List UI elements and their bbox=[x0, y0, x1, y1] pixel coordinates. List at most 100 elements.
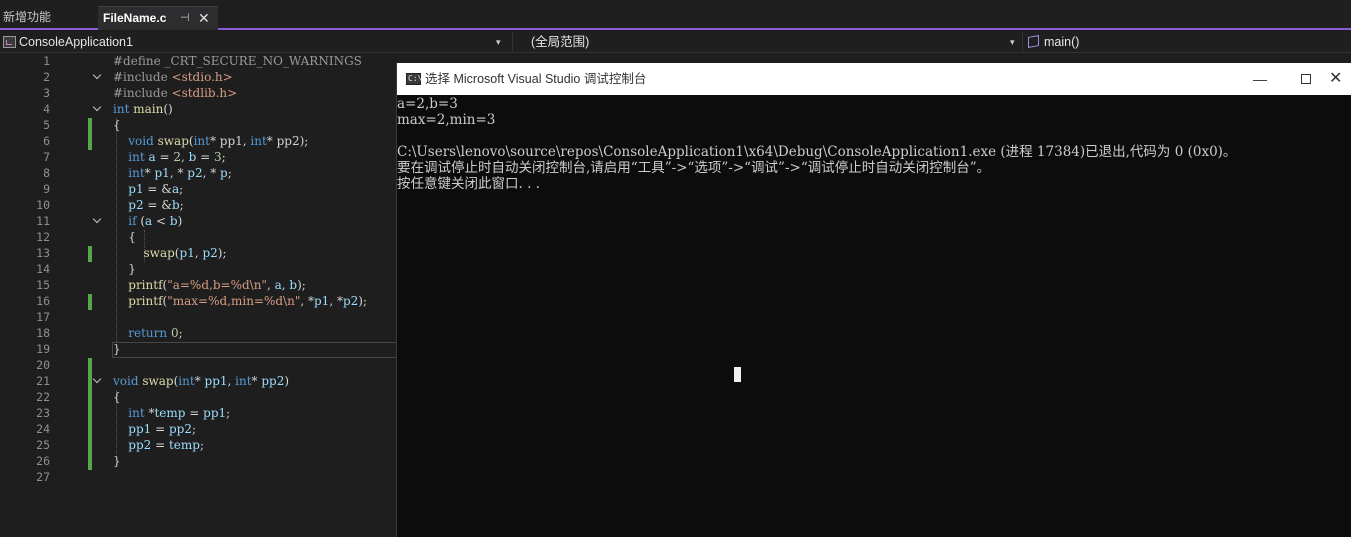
code-token: , bbox=[227, 374, 236, 388]
console-line: C:\Users\lenovo\source\repos\ConsoleAppl… bbox=[397, 144, 1237, 160]
code-line: { bbox=[113, 230, 136, 244]
change-indicator bbox=[88, 118, 92, 134]
code-token: return bbox=[113, 326, 171, 340]
fold-chevron-icon[interactable] bbox=[93, 376, 103, 386]
code-token: temp bbox=[168, 438, 200, 452]
console-title: 选择 Microsoft Visual Studio 调试控制台 bbox=[425, 72, 647, 86]
console-line: 按任意键关闭此窗口. . . bbox=[397, 176, 540, 192]
code-token: a bbox=[148, 150, 156, 164]
code-token: int bbox=[193, 134, 210, 148]
code-token: int bbox=[235, 374, 252, 388]
code-line: printf("max=%d,min=%d\n", *p1, *p2); bbox=[113, 294, 367, 308]
pin-icon[interactable]: ⊣ bbox=[180, 7, 190, 29]
minimize-button[interactable]: — bbox=[1237, 63, 1283, 95]
code-token: b bbox=[289, 278, 298, 292]
code-token: #include bbox=[113, 70, 172, 84]
code-line: #include <stdlib.h> bbox=[113, 86, 237, 100]
code-line: int *temp = pp1; bbox=[113, 406, 230, 420]
code-line: } bbox=[113, 454, 121, 468]
line-number: 23 bbox=[36, 406, 50, 420]
tab-whats-new[interactable]: 新增功能 bbox=[0, 6, 98, 28]
code-token: p2 bbox=[342, 294, 359, 308]
line-number: 14 bbox=[36, 262, 50, 276]
code-token: <stdio.h> bbox=[171, 70, 233, 84]
code-token: = bbox=[155, 150, 174, 164]
code-token: = bbox=[185, 406, 204, 420]
code-token: , bbox=[266, 278, 275, 292]
code-token: int bbox=[113, 166, 145, 180]
code-token: temp bbox=[154, 406, 186, 420]
code-token: p2 bbox=[113, 198, 144, 212]
code-token: , bbox=[180, 150, 189, 164]
change-indicator bbox=[88, 246, 92, 262]
line-number: 13 bbox=[36, 246, 50, 260]
code-token: int bbox=[113, 406, 149, 420]
fold-chevron-icon[interactable] bbox=[93, 104, 103, 114]
code-token: pp1 bbox=[204, 374, 228, 388]
code-token: 3 bbox=[213, 150, 222, 164]
code-token: = & bbox=[143, 182, 172, 196]
code-token: int bbox=[113, 150, 149, 164]
code-token: * pp2); bbox=[266, 134, 309, 148]
code-token: ) bbox=[177, 214, 183, 228]
debug-console-window[interactable]: C:\ 选择 Microsoft Visual Studio 调试控制台 — ✕… bbox=[396, 63, 1351, 537]
project-dropdown[interactable]: ConsoleApplication1 ▾ bbox=[0, 32, 508, 52]
change-indicator bbox=[88, 406, 92, 422]
line-number: 16 bbox=[36, 294, 50, 308]
code-token: printf bbox=[128, 278, 163, 292]
code-token: ( bbox=[136, 214, 146, 228]
code-token: b bbox=[169, 214, 178, 228]
code-line: void swap(int* pp1, int* pp2) bbox=[113, 374, 289, 388]
line-number: 6 bbox=[43, 134, 50, 148]
close-icon: ✕ bbox=[1329, 70, 1343, 87]
line-number: 1 bbox=[43, 54, 50, 68]
line-number: 10 bbox=[36, 198, 50, 212]
code-token: ) bbox=[284, 374, 290, 388]
code-token: () bbox=[163, 102, 173, 116]
line-number: 17 bbox=[36, 310, 50, 324]
scope-label: (全局范围) bbox=[531, 35, 590, 49]
line-number: 3 bbox=[43, 86, 50, 100]
code-token: pp1 bbox=[113, 422, 152, 436]
document-tab-strip: 新增功能 FileName.c ⊣ ✕ bbox=[0, 0, 1351, 30]
code-line: p2 = &b; bbox=[113, 198, 183, 212]
close-icon[interactable]: ✕ bbox=[198, 7, 210, 29]
scope-dropdown[interactable]: (全局范围) ▾ bbox=[512, 32, 1020, 52]
tab-filename-c[interactable]: FileName.c ⊣ ✕ bbox=[98, 6, 218, 30]
code-token: * bbox=[251, 374, 262, 388]
close-button[interactable]: ✕ bbox=[1329, 63, 1351, 95]
code-line: pp2 = temp; bbox=[113, 438, 204, 452]
code-token: = bbox=[196, 150, 214, 164]
fold-chevron-icon[interactable] bbox=[93, 72, 103, 82]
console-output[interactable]: a=2,b=3 max=2,min=3 C:\Users\lenovo\source… bbox=[397, 95, 1351, 537]
code-token: void bbox=[113, 134, 158, 148]
line-number: 9 bbox=[43, 182, 50, 196]
line-number: 22 bbox=[36, 390, 50, 404]
console-title-bar[interactable]: C:\ 选择 Microsoft Visual Studio 调试控制台 — ✕ bbox=[397, 63, 1351, 95]
maximize-button[interactable] bbox=[1283, 63, 1329, 95]
code-token: ; bbox=[199, 438, 204, 452]
current-line-highlight bbox=[112, 342, 397, 358]
code-token: pp2 bbox=[168, 422, 192, 436]
tab-label: 新增功能 bbox=[3, 10, 52, 24]
code-token: } bbox=[113, 262, 136, 276]
code-token: 2 bbox=[173, 150, 181, 164]
function-dropdown[interactable]: main() bbox=[1022, 32, 1351, 52]
fold-chevron-icon[interactable] bbox=[93, 216, 103, 226]
code-token: printf bbox=[128, 294, 163, 308]
code-token: int bbox=[113, 102, 130, 116]
code-token: ; bbox=[226, 406, 231, 420]
project-label: ConsoleApplication1 bbox=[19, 35, 133, 49]
code-token: pp2 bbox=[261, 374, 285, 388]
change-indicator bbox=[88, 438, 92, 454]
function-cube-icon bbox=[1028, 35, 1039, 48]
code-token: #define _CRT_SECURE_NO_WARNINGS bbox=[113, 54, 362, 68]
code-editor[interactable]: 1 2 3 4 5 6 7 8 9 10 11 12 13 14 15 16 17 18 19 20 21 22 23 24 2… bbox=[0, 53, 397, 537]
tab-label: FileName.c bbox=[103, 11, 167, 25]
code-token: p1 bbox=[113, 182, 144, 196]
console-line: 要在调试停止时自动关闭控制台,请启用“工具”->“选项”->“调试”->“调试停… bbox=[397, 160, 991, 176]
code-token: p bbox=[220, 166, 228, 180]
code-token: , * bbox=[169, 166, 188, 180]
code-token: p2 bbox=[202, 246, 218, 260]
